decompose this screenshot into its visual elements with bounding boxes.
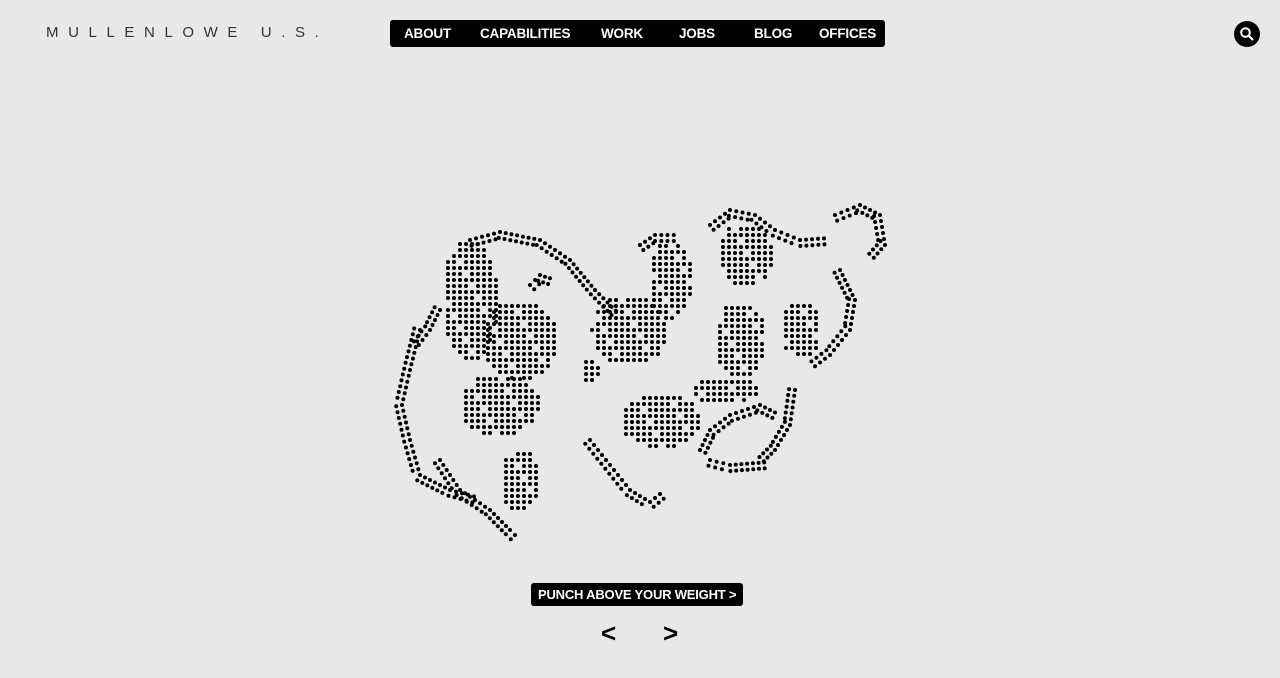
main-nav: ABOUT CAPABILITIES WORK JOBS BLOG OFFICE… bbox=[390, 20, 885, 47]
nav-item-work[interactable]: WORK bbox=[601, 20, 643, 47]
page: MULLENLOWE U.S. ABOUT CAPABILITIES WORK … bbox=[0, 0, 1280, 678]
cta-button[interactable]: PUNCH ABOVE YOUR WEIGHT > bbox=[531, 583, 744, 606]
brand-logo[interactable]: MULLENLOWE U.S. bbox=[46, 24, 328, 41]
nav-item-blog[interactable]: BLOG bbox=[754, 20, 792, 47]
nav-item-offices[interactable]: OFFICES bbox=[819, 20, 876, 47]
nav-item-about[interactable]: ABOUT bbox=[404, 20, 451, 47]
nav-item-jobs[interactable]: JOBS bbox=[679, 20, 715, 47]
nav-item-capabilities[interactable]: CAPABILITIES bbox=[480, 20, 571, 47]
octopus-illustration bbox=[394, 203, 887, 542]
carousel-prev-button[interactable]: < bbox=[601, 618, 616, 648]
search-button[interactable] bbox=[1234, 21, 1260, 47]
search-icon bbox=[1240, 27, 1254, 41]
carousel-next-button[interactable]: > bbox=[663, 618, 678, 648]
